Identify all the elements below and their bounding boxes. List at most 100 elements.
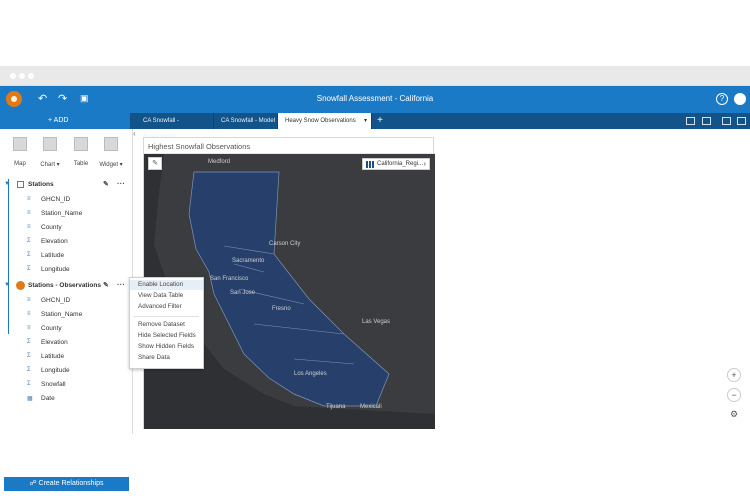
chevron-right-icon: › [423, 161, 426, 168]
tab-heavy-snow-observations[interactable]: Heavy Snow Observations ▾ [278, 113, 372, 129]
dataset-header-stations[interactable]: ▼ Stations ✎ ··· [0, 179, 133, 191]
tab-ca-snowfall-model[interactable]: CA Snowfall - Model [214, 113, 278, 129]
more-icon[interactable]: ··· [117, 179, 125, 188]
collapse-panel-icon[interactable]: ‹ [133, 129, 141, 138]
city-label: Medford [208, 159, 231, 165]
tab-label: Heavy Snow Observations [285, 118, 356, 124]
field-name: Latitude [41, 252, 65, 259]
field-item[interactable]: ≡ Station_Name [0, 308, 133, 321]
field-name: GHCN_ID [41, 297, 71, 304]
properties-icon[interactable] [722, 117, 731, 125]
field-item[interactable]: ≡ County [0, 221, 133, 234]
field-name: Date [41, 395, 55, 402]
city-label: Fresno [272, 306, 291, 312]
table-icon [74, 137, 88, 151]
sigma-icon: Σ [27, 381, 31, 387]
legend-icon [366, 161, 374, 168]
table-icon [17, 181, 24, 188]
field-item[interactable]: ≡ County [0, 322, 133, 335]
avatar[interactable] [734, 93, 746, 105]
field-name: Station_Name [41, 210, 83, 217]
city-label: San Francisco [210, 276, 249, 282]
menu-item-hide-selected-fields[interactable]: Hide Selected Fields [130, 331, 203, 341]
field-item[interactable]: ▦ Date [0, 392, 133, 405]
legend-button[interactable]: California_Regi... › [362, 158, 430, 170]
field-item[interactable]: Σ Latitude [0, 249, 133, 262]
window-dot [28, 73, 34, 79]
data-panel: Map Chart ▾ Table Widget ▾ ▼ Stations ✎ … [0, 129, 133, 491]
window-dot [19, 73, 25, 79]
sigma-icon: Σ [27, 252, 31, 258]
sigma-icon: Σ [27, 353, 31, 359]
new-page-button[interactable]: + [374, 113, 386, 129]
city-label: Mexicali [360, 404, 382, 410]
field-name: County [41, 325, 62, 332]
menu-item-show-hidden-fields[interactable]: Show Hidden Fields [130, 342, 203, 352]
tab-bar: + ADD CA Snowfall - Assessment CA Snowfa… [0, 113, 750, 140]
menu-item-advanced-filter[interactable]: Advanced Filter [130, 302, 203, 312]
field-name: Longitude [41, 367, 70, 374]
zoom-in-button[interactable]: + [727, 368, 741, 382]
browser-window: ↶ ↷ ▣ Snowfall Assessment - California ?… [0, 66, 750, 491]
map-button-label: Map [14, 161, 26, 167]
menu-item-enable-location[interactable]: Enable Location [130, 280, 203, 290]
field-item[interactable]: Σ Elevation [0, 336, 133, 349]
field-item[interactable]: Σ Elevation [0, 235, 133, 248]
chevron-down-icon[interactable]: ▼ [4, 282, 10, 288]
pencil-icon[interactable]: ✎ [103, 281, 109, 289]
chevron-down-icon[interactable]: ▾ [364, 113, 367, 129]
add-button[interactable]: + ADD [0, 113, 130, 129]
table-button[interactable]: Table [69, 137, 93, 167]
card-title[interactable]: Highest Snowfall Observations [144, 138, 435, 154]
field-name: Latitude [41, 353, 65, 360]
field-item[interactable]: Σ Latitude [0, 350, 133, 363]
chevron-down-icon[interactable]: ▼ [4, 181, 10, 187]
field-name: Elevation [41, 339, 68, 346]
abc-icon: ≡ [27, 224, 31, 230]
layout-icon[interactable] [686, 117, 695, 125]
help-icon[interactable]: ? [716, 93, 728, 105]
more-icon[interactable]: ··· [117, 280, 125, 289]
field-item[interactable]: Σ Snowfall [0, 378, 133, 391]
settings-icon[interactable] [737, 117, 746, 125]
field-item[interactable]: ≡ GHCN_ID [0, 294, 133, 307]
abc-icon: ≡ [27, 297, 31, 303]
sigma-icon: Σ [27, 339, 31, 345]
field-item[interactable]: ≡ GHCN_ID [0, 193, 133, 206]
city-label: Los Angeles [294, 371, 327, 377]
dataset-name: Stations [28, 181, 54, 188]
field-item[interactable]: Σ Longitude [0, 263, 133, 276]
widget-button[interactable]: Widget ▾ [99, 137, 123, 168]
dataset-header-stations-observations[interactable]: ▼ Stations - Observations ✎ ··· [0, 280, 133, 292]
create-relationships-button[interactable]: ☍ Create Relationships [4, 477, 129, 491]
menu-item-share-data[interactable]: Share Data [130, 353, 203, 363]
map-select-tool-icon[interactable]: ✎ [148, 157, 162, 170]
grid-icon[interactable] [702, 117, 711, 125]
sigma-icon: Σ [27, 266, 31, 272]
zoom-out-button[interactable]: − [727, 388, 741, 402]
city-label: Las Vegas [362, 319, 391, 325]
chart-button[interactable]: Chart ▾ [38, 137, 62, 168]
gear-icon[interactable]: ⚙ [727, 408, 741, 422]
widget-button-label: Widget ▾ [99, 162, 123, 168]
dataset-context-menu: Enable Location View Data Table Advanced… [129, 277, 204, 369]
map-button[interactable]: Map [8, 137, 32, 167]
field-item[interactable]: Σ Longitude [0, 364, 133, 377]
menu-item-view-data-table[interactable]: View Data Table [130, 291, 203, 301]
legend-label: California_Regi... [377, 161, 424, 167]
link-icon: ☍ [29, 480, 39, 487]
dataset-name: Stations - Observations [28, 282, 101, 289]
menu-item-remove-dataset[interactable]: Remove Dataset [130, 320, 203, 330]
abc-icon: ≡ [27, 311, 31, 317]
city-label: Carson City [269, 241, 301, 247]
city-label: Sacramento [232, 258, 265, 264]
tab-ca-snowfall-assessment[interactable]: CA Snowfall - Assessment [136, 113, 214, 140]
field-name: GHCN_ID [41, 196, 71, 203]
pencil-icon[interactable]: ✎ [103, 180, 109, 188]
city-label: Tijuana [326, 404, 346, 410]
app-header: ↶ ↷ ▣ Snowfall Assessment - California ? [0, 86, 750, 113]
sigma-icon: Σ [27, 238, 31, 244]
abc-icon: ≡ [27, 196, 31, 202]
field-item[interactable]: ≡ Station_Name [0, 207, 133, 220]
widget-icon [104, 137, 118, 151]
